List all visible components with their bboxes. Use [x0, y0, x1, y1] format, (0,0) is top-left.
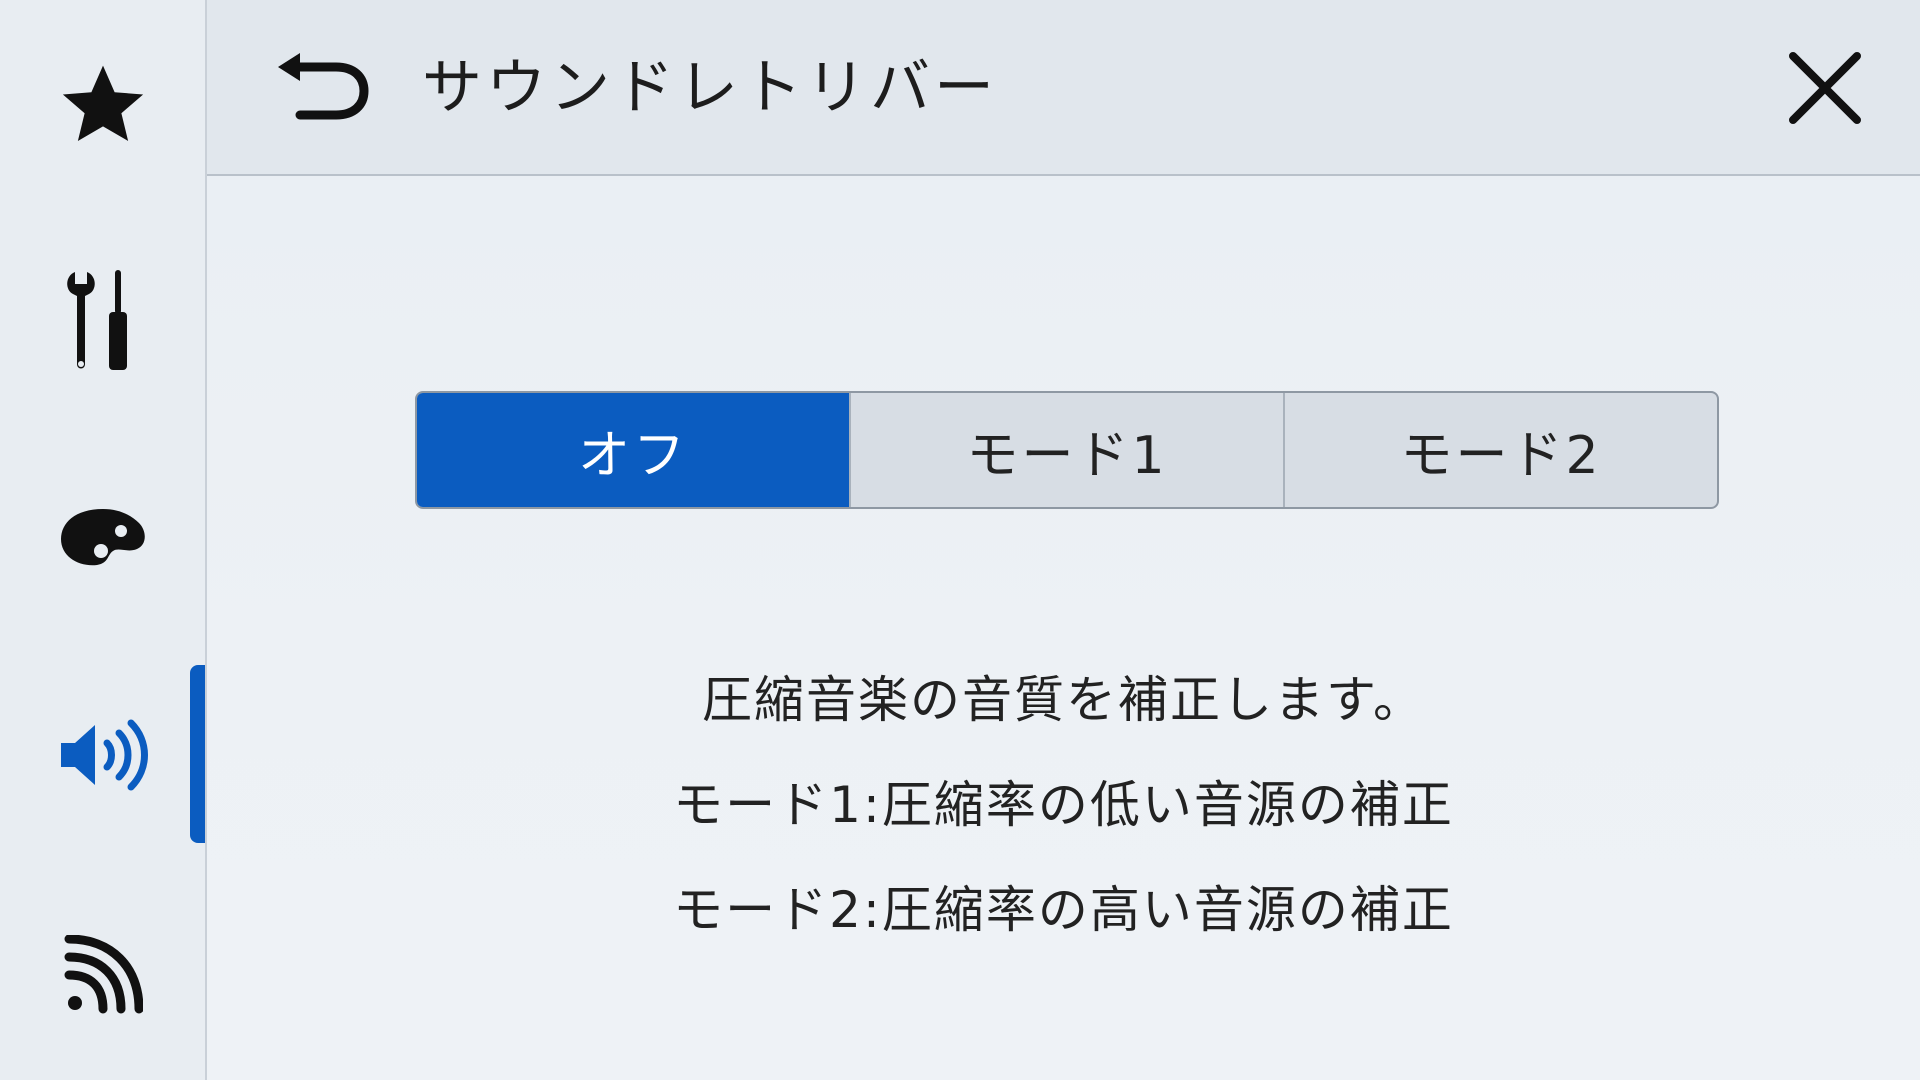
page-title: サウンドレトリバー — [422, 53, 998, 123]
sidebar — [0, 0, 207, 1080]
description-line-3: モード2:圧縮率の高い音源の補正 — [673, 881, 1454, 939]
description-line-2: モード1:圧縮率の低い音源の補正 — [673, 776, 1454, 834]
sidebar-item-settings[interactable] — [0, 248, 205, 398]
option-off[interactable]: オフ — [417, 393, 849, 507]
sound-retriever-screen: サウンドレトリバー オフ モード1 モード2 圧縮音楽の音質を補正します。 モー… — [0, 0, 1920, 1080]
sidebar-active-indicator — [190, 665, 205, 843]
back-button[interactable] — [267, 40, 377, 140]
sidebar-item-connection[interactable] — [0, 900, 205, 1050]
description-line-1: 圧縮音楽の音質を補正します。 — [702, 671, 1425, 729]
settings-tools-icon — [63, 268, 143, 378]
back-arrow-icon — [274, 53, 370, 127]
sidebar-item-sound[interactable] — [0, 680, 205, 830]
header-bar: サウンドレトリバー — [207, 0, 1920, 176]
wireless-signal-icon — [63, 935, 143, 1015]
option-mode1[interactable]: モード1 — [849, 393, 1283, 507]
palette-icon — [57, 505, 149, 575]
sidebar-item-display[interactable] — [0, 465, 205, 615]
star-icon — [58, 60, 148, 150]
sidebar-item-favorites[interactable] — [0, 30, 205, 180]
option-mode2[interactable]: モード2 — [1283, 393, 1717, 507]
speaker-icon — [57, 715, 149, 795]
close-icon — [1785, 48, 1865, 132]
close-button[interactable] — [1775, 40, 1875, 140]
mode-selector: オフ モード1 モード2 — [415, 391, 1719, 509]
